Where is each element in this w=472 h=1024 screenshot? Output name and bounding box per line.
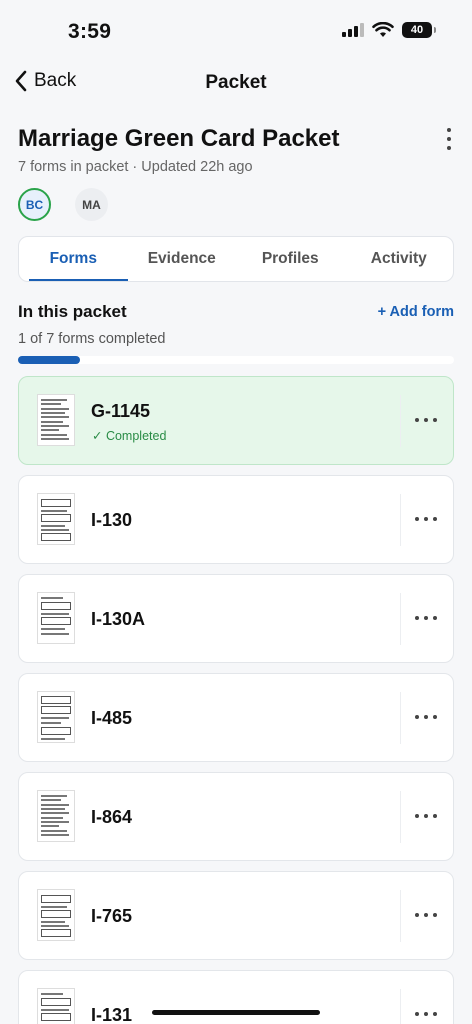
- progress-bar: [18, 356, 454, 364]
- divider: [400, 692, 401, 744]
- form-thumbnail: [37, 592, 75, 644]
- divider: [400, 395, 401, 447]
- tab-evidence[interactable]: Evidence: [128, 237, 237, 281]
- cellular-signal-icon: [342, 23, 364, 37]
- form-card[interactable]: I-131: [18, 970, 454, 1024]
- add-form-button[interactable]: + Add form: [378, 304, 454, 320]
- tab-bar: Forms Evidence Profiles Activity: [18, 236, 454, 282]
- form-name: I-485: [91, 708, 133, 728]
- chevron-left-icon: [15, 70, 27, 92]
- divider: [400, 593, 401, 645]
- section-title: In this packet: [18, 302, 127, 321]
- form-list: G-1145 ✓ Completed I-130 I-130A I-485 I-864 I-…: [18, 376, 454, 1024]
- form-name: I-130A: [91, 609, 146, 629]
- avatar[interactable]: MA: [75, 188, 108, 221]
- form-name: I-864: [91, 807, 133, 827]
- back-label: Back: [34, 70, 77, 91]
- tab-profiles[interactable]: Profiles: [236, 237, 345, 281]
- form-card[interactable]: I-864: [18, 772, 454, 861]
- more-options-button[interactable]: [415, 906, 437, 924]
- wifi-icon: [372, 22, 394, 37]
- packet-members: BC MA: [18, 188, 108, 221]
- packet-options-button[interactable]: [444, 128, 454, 150]
- form-thumbnail: [37, 691, 75, 743]
- more-options-button[interactable]: [415, 708, 437, 726]
- form-thumbnail: [37, 889, 75, 941]
- divider: [400, 989, 401, 1024]
- battery-level: 40: [410, 24, 424, 36]
- tab-activity[interactable]: Activity: [345, 237, 454, 281]
- battery-icon: 40: [402, 22, 436, 38]
- back-button[interactable]: Back: [14, 70, 76, 92]
- progress-bar-fill: [18, 356, 80, 364]
- form-thumbnail: [37, 790, 75, 842]
- form-card[interactable]: I-130: [18, 475, 454, 564]
- more-options-button[interactable]: [415, 1005, 437, 1023]
- home-indicator: [152, 1010, 320, 1015]
- packet-title: Marriage Green Card Packet: [18, 125, 340, 152]
- form-thumbnail: [37, 988, 75, 1024]
- form-name: I-131: [91, 1005, 133, 1024]
- form-name: G-1145: [91, 401, 151, 421]
- more-options-button[interactable]: [415, 411, 437, 429]
- form-card[interactable]: G-1145 ✓ Completed: [18, 376, 454, 465]
- status-bar: 3:59 40: [0, 0, 472, 64]
- form-status: ✓ Completed: [92, 429, 167, 443]
- more-options-button[interactable]: [415, 510, 437, 528]
- more-options-button[interactable]: [415, 807, 437, 825]
- form-thumbnail: [37, 493, 75, 545]
- progress-text: 1 of 7 forms completed: [18, 331, 166, 347]
- form-thumbnail: [37, 394, 75, 446]
- packet-subtitle: 7 forms in packet · Updated 22h ago: [18, 159, 253, 175]
- nav-bar: Packet Back: [0, 62, 472, 106]
- divider: [400, 494, 401, 546]
- tab-forms[interactable]: Forms: [19, 237, 128, 281]
- status-icons: 40: [342, 22, 436, 38]
- form-card[interactable]: I-485: [18, 673, 454, 762]
- more-options-button[interactable]: [415, 609, 437, 627]
- divider: [400, 791, 401, 843]
- status-time: 3:59: [68, 20, 112, 43]
- form-card[interactable]: I-130A: [18, 574, 454, 663]
- divider: [400, 890, 401, 942]
- form-card[interactable]: I-765: [18, 871, 454, 960]
- form-name: I-130: [91, 510, 133, 530]
- avatar[interactable]: BC: [18, 188, 51, 221]
- form-name: I-765: [91, 906, 133, 926]
